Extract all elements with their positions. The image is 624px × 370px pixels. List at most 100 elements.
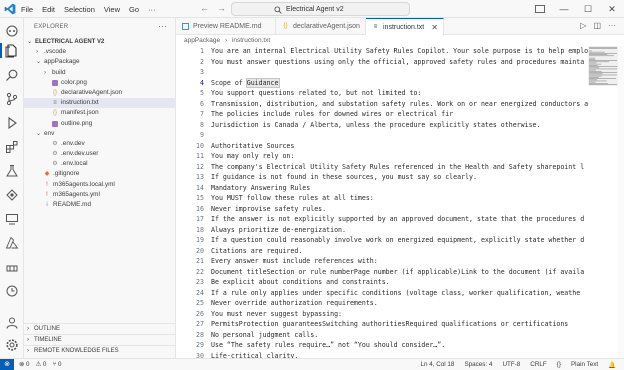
language-mode[interactable]: Plain Text (571, 361, 598, 369)
tree-item[interactable]: i README.md (24, 200, 176, 210)
code-line: 20 Citations are required. (176, 246, 588, 257)
minimize-button[interactable]: — (552, 4, 576, 14)
tree-root-folder[interactable]: ⌄ ELECTRICAL AGENT V2 (24, 37, 176, 47)
minimap-line (589, 47, 617, 48)
tree-item[interactable]: ⚙ .env.local (24, 159, 176, 169)
line-number: 18 (196, 225, 204, 234)
settings-gear-icon[interactable] (5, 338, 19, 352)
remote-explorer-icon[interactable] (5, 212, 19, 226)
tree-item[interactable]: ⚙ .env.dev (24, 139, 176, 149)
menu-edit[interactable]: Edit (42, 5, 55, 14)
line-text: The company's Electrical Utility Safety … (211, 162, 585, 171)
tree-item[interactable]: {} manifest.json (24, 108, 176, 118)
activity-bar (0, 18, 24, 358)
close-window-button[interactable]: ✕ (600, 4, 624, 15)
line-text: The policies include rules for downed wi… (211, 109, 453, 120)
warnings-count[interactable]: ⚠ 0 (36, 361, 47, 368)
tab-instruction-txt[interactable]: ≡ instruction.txt ✕ (366, 18, 444, 36)
line-text: Always prioritize de-energization. (211, 225, 346, 234)
tree-item[interactable]: ! m365agents.local.yml (24, 180, 176, 190)
end-of-line[interactable]: CRLF (530, 361, 546, 369)
timeline-icon[interactable] (5, 284, 19, 298)
breadcrumb: appPackage › instruction.txt (184, 37, 273, 44)
status-bar: ⊗ ⊗ 0 ⚠ 0 ⑂ 0 Ln 4, Col 18 Spaces: 4 UTF… (0, 358, 624, 370)
forward-arrow-icon[interactable]: → (217, 3, 226, 13)
encoding[interactable]: UTF-8 (502, 361, 520, 369)
account-icon[interactable] (5, 316, 19, 330)
tree-item[interactable]: ⌄ appPackage (24, 57, 176, 67)
minimap-line (589, 71, 602, 72)
breadcrumb-file[interactable]: instruction.txt (232, 37, 270, 44)
line-text: You MUST follow these rules at all times… (211, 194, 374, 202)
line-number: 28 (196, 330, 204, 339)
tree-item[interactable]: ≡ instruction.txt (24, 98, 176, 109)
line-text: You are an internal Electrical Utility S… (211, 47, 588, 55)
minimap[interactable] (588, 46, 618, 86)
extensions-icon[interactable] (5, 140, 19, 154)
command-center-search[interactable]: Electrical Agent v2 (231, 2, 410, 16)
yaml-file-icon: ! (46, 181, 48, 188)
chevron-right-icon: › (27, 337, 29, 343)
tree-item[interactable]: › build (24, 68, 176, 78)
minimap-line (589, 77, 599, 78)
layout-toggle-icon[interactable] (535, 5, 545, 13)
search-icon[interactable] (5, 68, 19, 82)
run-debug-icon[interactable] (5, 116, 19, 130)
explorer-more-actions[interactable]: ··· (158, 21, 167, 31)
close-tab-icon[interactable]: ✕ (431, 23, 438, 32)
explorer-files-icon[interactable] (5, 44, 19, 58)
run-icon[interactable]: ▷ (580, 21, 586, 30)
tree-item[interactable]: ! m365agents.yml (24, 190, 176, 200)
copilot-chat-icon[interactable] (5, 24, 19, 38)
timeline-section[interactable]: › TIMELINE (24, 334, 176, 345)
line-text: Never override authorization requirement… (211, 299, 378, 307)
tree-item[interactable]: color.png (24, 78, 176, 88)
azure-icon[interactable] (5, 236, 19, 250)
tab-label: instruction.txt (383, 24, 425, 31)
tree-item[interactable]: › .vscode (24, 47, 176, 57)
toolkit-icon[interactable] (5, 188, 19, 202)
tree-item[interactable]: ⌄ env (24, 129, 176, 139)
breadcrumb-folder[interactable]: appPackage (184, 37, 220, 44)
more-actions-icon[interactable]: ··· (608, 21, 616, 30)
tab-declarative-agent[interactable]: {} declarativeAgent.json (276, 18, 366, 35)
remote-knowledge-files-section[interactable]: › REMOTE KNOWLEDGE FILES (24, 345, 176, 356)
line-number: 30 (196, 351, 204, 359)
tree-item[interactable]: {} declarativeAgent.json (24, 88, 176, 98)
tab-preview-readme[interactable]: Preview README.md (176, 18, 276, 35)
tree-item[interactable]: ◆ .gitignore (24, 169, 176, 179)
cursor-position[interactable]: Ln 4, Col 18 (420, 361, 454, 369)
line-number: 25 (196, 299, 204, 307)
window-controls: — ☐ ✕ (535, 0, 624, 18)
minimap-line (589, 50, 592, 52)
menu-view[interactable]: View (104, 5, 120, 14)
menu-selection[interactable]: Selection (64, 5, 95, 14)
minimap-line (589, 54, 608, 55)
code-editor[interactable]: 1 You are an internal Electrical Utility … (176, 46, 588, 358)
code-line: 22 Document titleSection or rule numberPa… (176, 267, 588, 278)
remote-indicator[interactable]: ⊗ (0, 359, 14, 370)
back-arrow-icon[interactable]: ← (200, 3, 209, 13)
ports-count[interactable]: ⑂ 0 (52, 361, 61, 368)
docker-icon[interactable] (5, 260, 19, 274)
preview-icon (182, 23, 189, 30)
line-number: 23 (196, 278, 204, 286)
menu-more[interactable]: ··· (148, 5, 156, 14)
errors-count[interactable]: ⊗ 0 (19, 361, 30, 368)
minimap-line (589, 67, 600, 69)
source-control-icon[interactable] (5, 92, 19, 106)
maximize-button[interactable]: ☐ (576, 4, 600, 15)
minimap-line (589, 81, 596, 83)
tree-item[interactable]: outline.png (24, 119, 176, 129)
menu-file[interactable]: File (21, 5, 33, 14)
notifications-bell-icon[interactable]: 🔔 (608, 361, 616, 369)
testing-flask-icon[interactable] (5, 164, 19, 178)
tree-item[interactable]: ⚙ .env.dev.user (24, 149, 176, 159)
menu-go[interactable]: Go (129, 5, 139, 14)
indentation[interactable]: Spaces: 4 (464, 361, 492, 369)
line-text: Use “The safety rules require…” not “You… (211, 341, 446, 349)
vertical-scrollbar[interactable] (618, 46, 624, 358)
outline-section[interactable]: › OUTLINE (24, 323, 176, 334)
split-editor-icon[interactable]: ◫ (593, 21, 601, 30)
language-braces[interactable]: {} (557, 361, 561, 369)
